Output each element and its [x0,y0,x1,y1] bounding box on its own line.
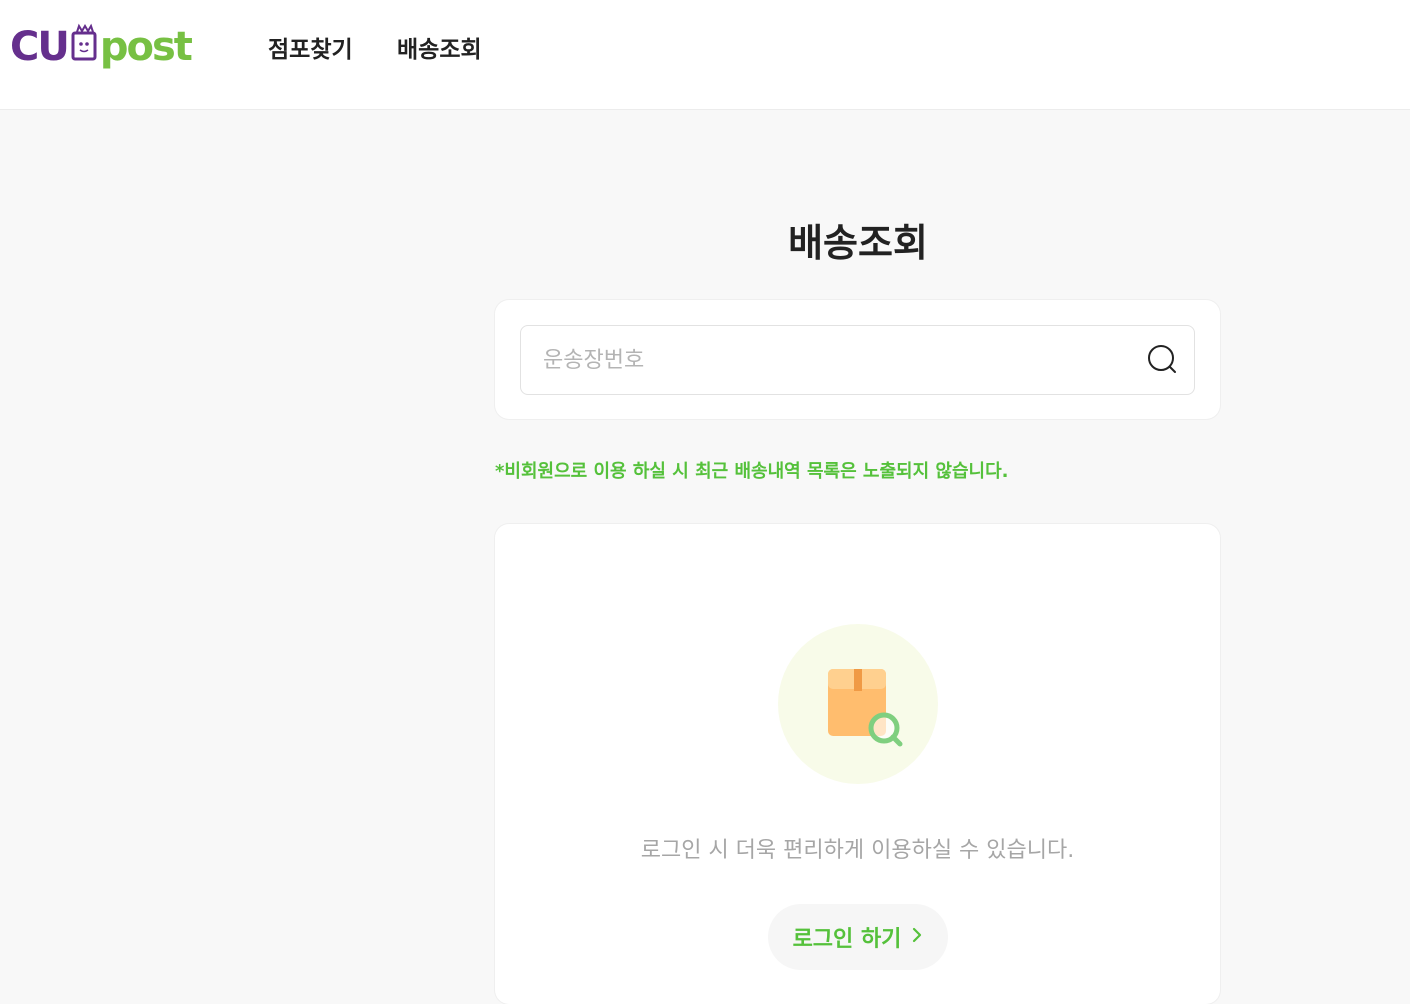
logo-text-cu: CU [10,24,70,70]
search-card [495,300,1220,419]
login-button-label: 로그인 하기 [792,927,902,952]
non-member-notice: *비회원으로 이용 하실 시 최근 배송내역 목록은 노출되지 않습니다. [495,461,1009,482]
login-button[interactable]: 로그인 하기 [768,904,948,970]
search-box [520,325,1195,395]
nav-delivery-tracking[interactable]: 배송조회 [397,30,482,64]
package-search-icon [778,624,938,784]
login-prompt-card: 로그인 시 더욱 편리하게 이용하실 수 있습니다. 로그인 하기 [495,524,1220,1004]
cupost-logo[interactable]: CU post [10,22,193,72]
logo-text-post: post [99,24,193,70]
chevron-right-icon [911,925,923,949]
tracking-number-input[interactable] [541,326,1145,394]
search-icon[interactable] [1146,343,1180,377]
nav-store-finder[interactable]: 점포찾기 [268,30,353,64]
page-title: 배송조회 [788,221,928,265]
login-benefit-message: 로그인 시 더욱 편리하게 이용하실 수 있습니다. [640,838,1075,863]
site-header: CU post 점포찾기 배송조회 [0,0,1410,110]
shopping-bag-icon [70,22,98,72]
